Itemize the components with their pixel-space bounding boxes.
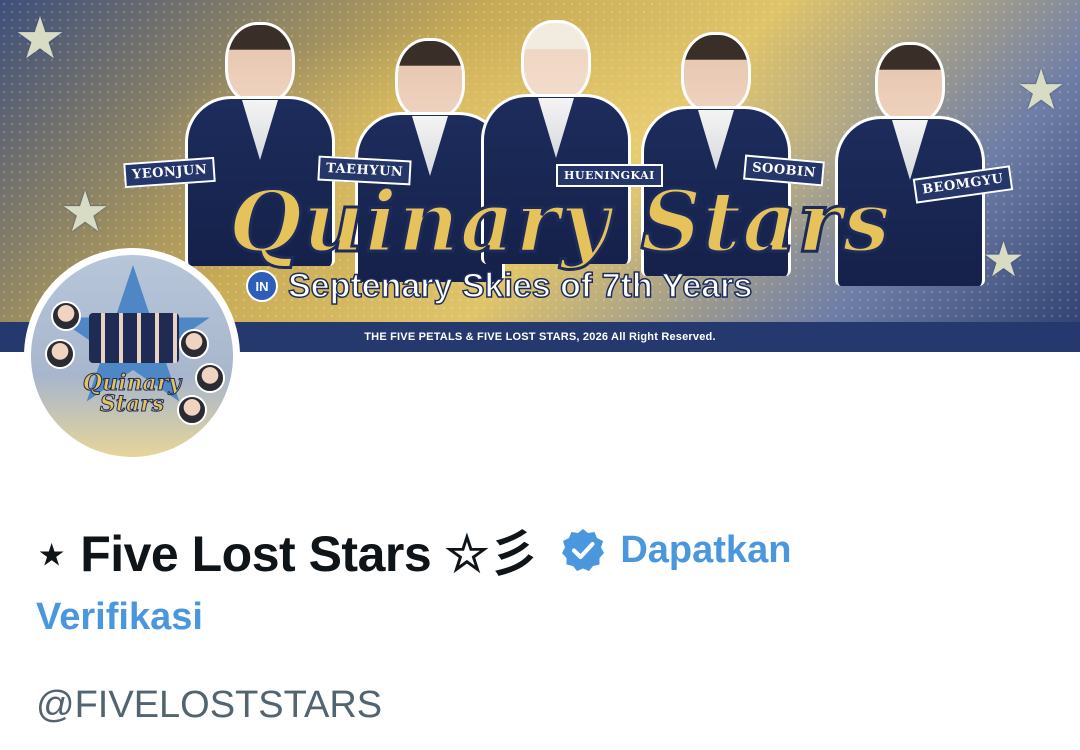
profile-avatar[interactable]: Quinary Stars [24,248,240,464]
display-name: ⋆ Five Lost Stars ☆彡 [36,526,539,582]
banner-subtitle-row: IN Septenary Skies of 7th Years [246,266,753,306]
decorative-star-icon: ★ [60,180,111,245]
profile-handle: @FIVELOSTSTARS [36,684,383,726]
verified-badge-icon[interactable] [560,527,606,573]
avatar-member-circle [51,301,81,331]
avatar-title: Quinary Stars [82,370,182,417]
member-head [225,22,295,104]
decorative-star-icon: ★ [14,4,66,72]
avatar-group-photo [89,313,179,363]
member-head [875,42,945,124]
get-verified-link-continued[interactable]: Verifikasi [36,596,203,639]
member-head [395,38,465,120]
banner-subtitle: Septenary Skies of 7th Years [287,266,753,306]
banner-title: Quinary Stars [227,172,892,271]
avatar-member-circle [45,339,75,369]
get-verified-link[interactable]: Dapatkan [620,529,791,572]
decorative-star-icon: ★ [1016,58,1067,123]
profile-name-row: ⋆ Five Lost Stars ☆彡 Dapatkan [36,518,791,582]
avatar-member-circle [179,329,209,359]
member-head [681,32,751,114]
in-badge: IN [246,270,278,302]
avatar-image: Quinary Stars [31,255,233,457]
member-head [521,20,591,102]
